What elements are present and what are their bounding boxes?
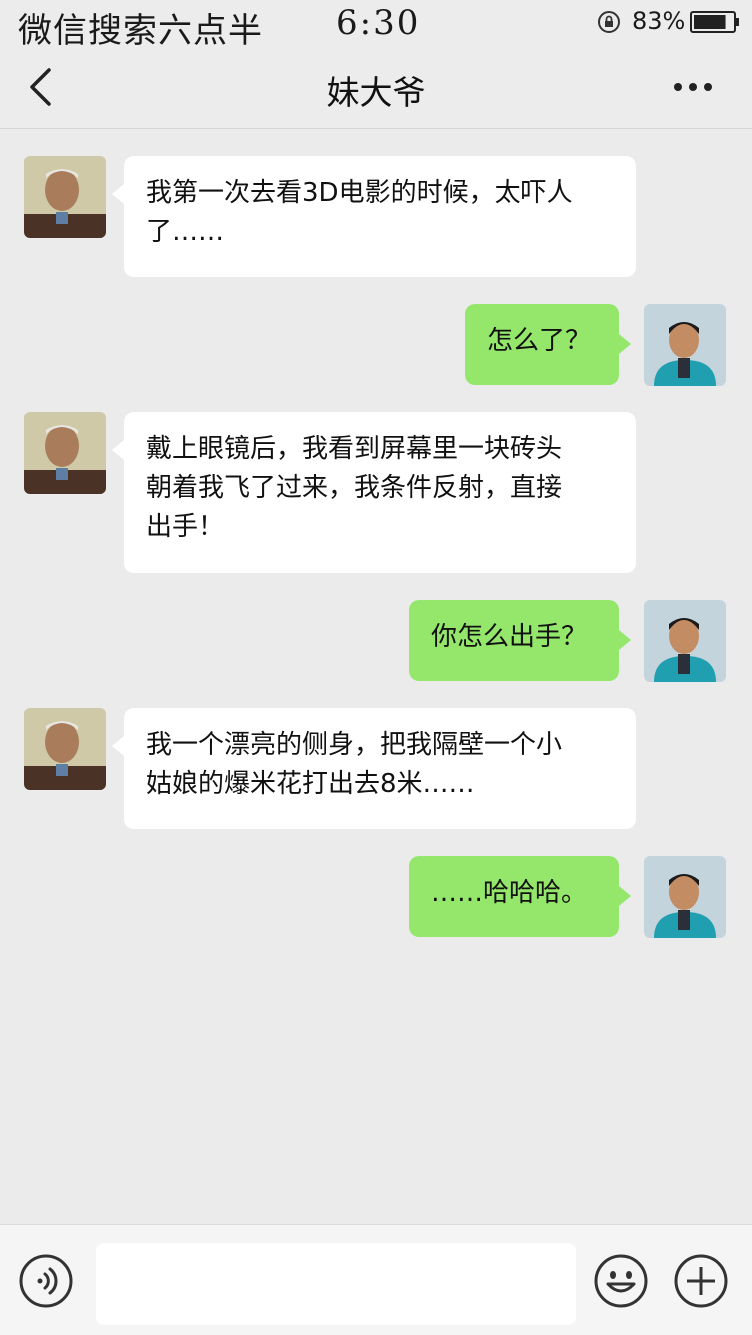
message-bubble-incoming[interactable]: 我一个漂亮的侧身，把我隔壁一个小 姑娘的爆米花打出去8米…… <box>112 708 636 829</box>
message-line: 你怎么出手？ <box>431 622 588 652</box>
emoji-icon[interactable] <box>593 1253 649 1309</box>
message-line: 姑娘的爆米花打出去8米…… <box>146 769 475 799</box>
young-man-avatar[interactable] <box>644 856 726 938</box>
battery-icon <box>690 11 739 33</box>
message-line: 怎么了？ <box>487 326 592 356</box>
input-bar <box>0 1224 752 1335</box>
status-time: 6:30 <box>336 3 421 43</box>
message-bubble-incoming[interactable]: 我第一次去看3D电影的时候，太吓人 了…… <box>112 156 636 277</box>
chat-header: 妹大爷 <box>0 50 752 129</box>
message-line: 我第一次去看3D电影的时候，太吓人 <box>146 178 573 208</box>
old-man-avatar[interactable] <box>24 156 106 238</box>
message-input[interactable] <box>96 1243 576 1325</box>
message-line: 出手！ <box>146 512 225 542</box>
message-bubble-outgoing[interactable]: ……哈哈哈。 <box>409 856 631 937</box>
more-dots-icon[interactable] <box>668 72 718 102</box>
old-man-avatar[interactable] <box>24 412 106 494</box>
carrier-label: 微信搜索六点半 <box>18 11 263 51</box>
old-man-avatar[interactable] <box>24 708 106 790</box>
message-line: 了…… <box>146 217 225 247</box>
young-man-portrait <box>644 856 726 938</box>
old-man-portrait <box>24 708 106 790</box>
message-line: ……哈哈哈。 <box>431 878 588 908</box>
old-man-portrait <box>24 412 106 494</box>
message-line: 朝着我飞了过来，我条件反射，直接 <box>146 473 563 503</box>
message-line: 戴上眼镜后，我看到屏幕里一块砖头 <box>146 434 563 464</box>
young-man-portrait <box>644 600 726 682</box>
status-bar: 微信搜索六点半 6:30 83% <box>0 0 752 51</box>
old-man-portrait <box>24 156 106 238</box>
message-bubble-outgoing[interactable]: 你怎么出手？ <box>409 600 631 681</box>
rotation-lock-icon <box>598 11 620 33</box>
young-man-portrait <box>644 304 726 386</box>
voice-icon[interactable] <box>18 1253 74 1309</box>
young-man-avatar[interactable] <box>644 600 726 682</box>
plus-icon[interactable] <box>673 1253 729 1309</box>
chat-title: 妹大爷 <box>326 73 426 112</box>
message-line: 我一个漂亮的侧身，把我隔壁一个小 <box>146 730 563 760</box>
battery-percent: 83% <box>632 7 686 35</box>
message-bubble-outgoing[interactable]: 怎么了？ <box>465 304 631 385</box>
message-bubble-incoming[interactable]: 戴上眼镜后，我看到屏幕里一块砖头 朝着我飞了过来，我条件反射，直接 出手！ <box>112 412 636 573</box>
young-man-avatar[interactable] <box>644 304 726 386</box>
